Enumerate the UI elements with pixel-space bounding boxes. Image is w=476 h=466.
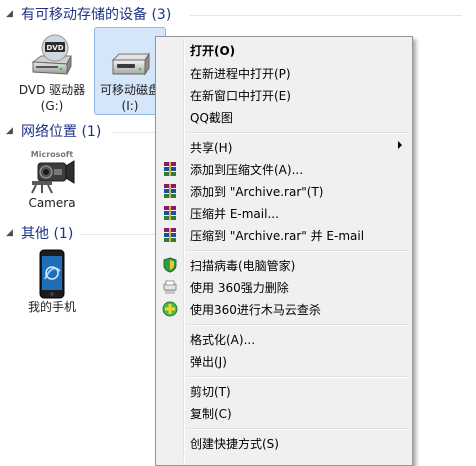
- context-menu: 打开(O) 在新进程中打开(P) 在新窗口中打开(E) QQ截图 共享(H) 添…: [155, 36, 413, 466]
- menu-item-label: 在新窗口中打开(E): [190, 88, 291, 103]
- collapse-triangle-icon[interactable]: ◢: [6, 9, 16, 19]
- winrar-icon: [164, 228, 176, 242]
- my-phone-label: 我的手机: [27, 300, 76, 314]
- menu-item-label: 在新进程中打开(P): [190, 66, 291, 81]
- group-divider: [112, 132, 158, 133]
- group-divider: [190, 15, 462, 16]
- menu-item-label: 弹出(J): [190, 354, 227, 369]
- menu-separator: [186, 376, 410, 378]
- shredder-icon: [163, 280, 177, 294]
- group-header-network[interactable]: ◢ 网络位置 (1): [6, 121, 101, 141]
- winrar-icon: [164, 184, 176, 198]
- menu-item-label: 格式化(A)...: [190, 332, 256, 347]
- menu-item-label: 剪切(T): [190, 384, 231, 399]
- menu-item-open[interactable]: 打开(O): [158, 39, 410, 61]
- menu-item-qq-screenshot[interactable]: QQ截图: [158, 106, 410, 128]
- menu-item-label: 复制(C): [190, 406, 232, 421]
- winrar-icon: [164, 162, 176, 176]
- menu-item-label: 使用 360强力删除: [190, 280, 289, 295]
- menu-item-format[interactable]: 格式化(A)...: [158, 328, 410, 350]
- menu-separator: [186, 324, 410, 326]
- my-phone-item[interactable]: 我的手机: [16, 246, 88, 316]
- menu-item-add-to-archive-rar[interactable]: 添加到 "Archive.rar"(T): [158, 180, 410, 202]
- group-divider: [80, 234, 158, 235]
- menu-item-add-to-archive[interactable]: 添加到压缩文件(A)...: [158, 158, 410, 180]
- group-title: 其他 (1): [21, 226, 74, 242]
- collapse-triangle-icon[interactable]: ◢: [6, 228, 16, 238]
- menu-item-label: 打开(O): [190, 43, 236, 58]
- menu-item-label: 压缩到 "Archive.rar" 并 E-mail: [190, 228, 365, 243]
- svg-text:DVD: DVD: [46, 44, 63, 52]
- submenu-arrow-icon: [398, 141, 402, 149]
- menu-item-copy[interactable]: 复制(C): [158, 402, 410, 424]
- webcam-icon: Microsoft: [17, 147, 87, 195]
- group-title: 有可移动存储的设备 (3): [21, 7, 172, 23]
- collapse-triangle-icon[interactable]: ◢: [6, 126, 16, 136]
- scrollbar-area[interactable]: [462, 0, 476, 455]
- menu-item-open-new-window[interactable]: 在新窗口中打开(E): [158, 84, 410, 106]
- menu-item-label: 创建快捷方式(S): [190, 436, 279, 451]
- menu-item-label: 共享(H): [190, 140, 233, 155]
- winrar-icon: [164, 206, 176, 220]
- menu-item-label: 压缩并 E-mail...: [190, 206, 279, 221]
- menu-item-label: 添加到压缩文件(A)...: [190, 162, 304, 177]
- 360-security-icon: [162, 301, 178, 317]
- menu-item-compress-email[interactable]: 压缩并 E-mail...: [158, 202, 410, 224]
- menu-item-trojan-scan[interactable]: 使用360进行木马云查杀: [158, 298, 410, 320]
- group-header-other[interactable]: ◢ 其他 (1): [6, 223, 73, 243]
- dvd-drive-label: DVD 驱动器 (G:): [18, 83, 86, 113]
- menu-item-label: 使用360进行木马云查杀: [190, 302, 321, 317]
- camera-item[interactable]: Microsoft Camera: [16, 146, 88, 212]
- menu-item-open-new-process[interactable]: 在新进程中打开(P): [158, 62, 410, 84]
- menu-item-scan-virus[interactable]: 扫描病毒(电脑管家): [158, 254, 410, 276]
- menu-item-label: 添加到 "Archive.rar"(T): [190, 184, 324, 199]
- group-title: 网络位置 (1): [21, 124, 102, 140]
- menu-item-label: QQ截图: [190, 110, 233, 125]
- menu-item-eject[interactable]: 弹出(J): [158, 350, 410, 372]
- menu-item-create-shortcut[interactable]: 创建快捷方式(S): [158, 432, 410, 454]
- menu-item-compress-rar-email[interactable]: 压缩到 "Archive.rar" 并 E-mail: [158, 224, 410, 246]
- menu-separator: [186, 250, 410, 252]
- menu-item-cut[interactable]: 剪切(T): [158, 380, 410, 402]
- menu-separator: [186, 428, 410, 430]
- menu-item-label: 扫描病毒(电脑管家): [190, 258, 296, 273]
- camera-label: Camera: [28, 196, 76, 210]
- menu-item-share[interactable]: 共享(H): [158, 136, 410, 158]
- shield-icon: [163, 257, 177, 273]
- menu-separator: [186, 132, 410, 134]
- smartphone-icon: [17, 247, 87, 299]
- dvd-drive-icon: DVD: [17, 28, 87, 82]
- dvd-drive-item[interactable]: DVD DVD 驱动器 (G:): [16, 27, 88, 115]
- menu-item-force-delete[interactable]: 使用 360强力删除: [158, 276, 410, 298]
- group-header-removable[interactable]: ◢ 有可移动存储的设备 (3): [6, 4, 171, 24]
- svg-text:Microsoft: Microsoft: [31, 150, 74, 159]
